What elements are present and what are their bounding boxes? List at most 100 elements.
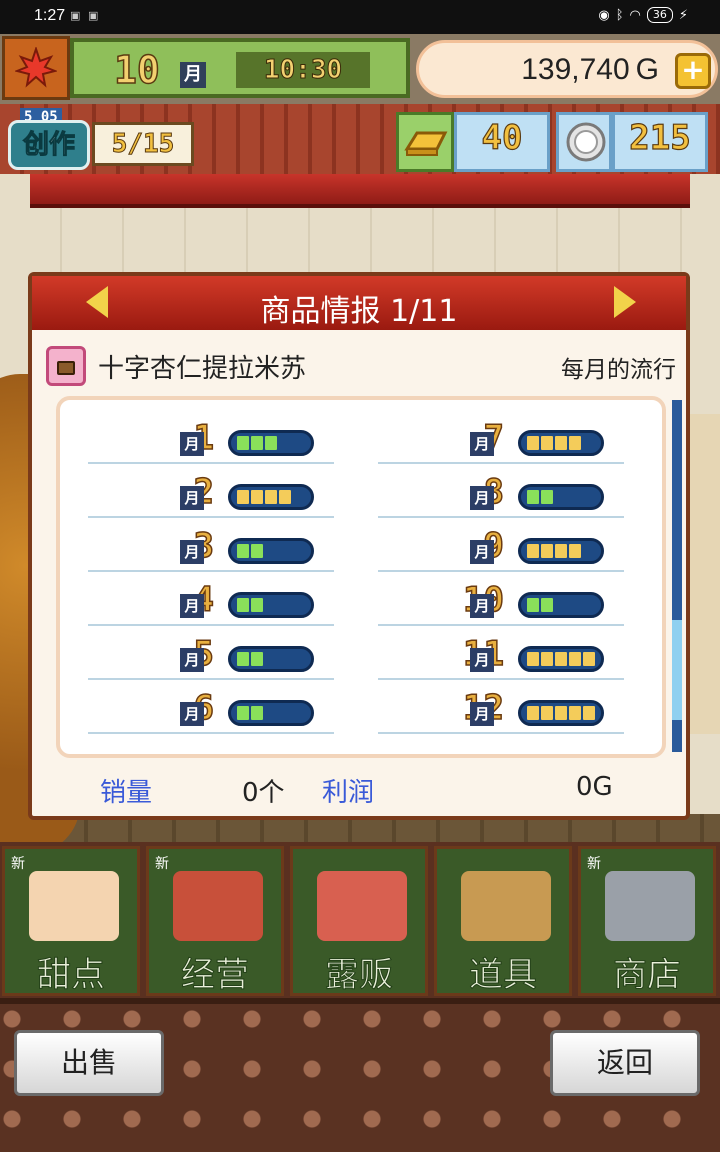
gauge-segment [251, 706, 263, 720]
month-unit: 月 [470, 486, 494, 510]
popularity-gauge [518, 592, 604, 618]
popularity-gauge [228, 430, 314, 456]
shop-icon [173, 871, 263, 941]
gauge-segment [251, 436, 263, 450]
medal-slot [556, 112, 612, 172]
items-icon [461, 871, 551, 941]
month-row: 7月 [378, 416, 624, 466]
month-unit: 月 [180, 594, 204, 618]
month-unit: 月 [180, 702, 204, 726]
new-badge: 新 [155, 856, 169, 872]
menu-label: 商店 [613, 955, 682, 996]
gauge-segment [527, 436, 539, 450]
gauge-segment [527, 652, 539, 666]
gauge-segment [541, 490, 553, 504]
gold-bar-icon [404, 131, 448, 156]
season-button[interactable] [2, 36, 70, 100]
product-icon [46, 346, 86, 386]
create-badge[interactable]: 5 05 创作 5/15 [8, 108, 194, 172]
panel-header: 商品情报 1/11 [32, 276, 686, 330]
create-label: 创作 [8, 120, 90, 170]
popularity-gauge [518, 538, 604, 564]
gauge-segment [569, 544, 581, 558]
eye-icon: ◉ [598, 7, 610, 23]
gauge-segment [541, 652, 553, 666]
gauge-segment [279, 544, 291, 558]
menu-button[interactable]: 新经营 [146, 846, 284, 996]
game-clock: 10:30 [236, 52, 370, 88]
gauge-segment [541, 544, 553, 558]
status-time: 1:27 [34, 7, 66, 24]
gauge-segment [293, 652, 305, 666]
gauge-segment [583, 436, 595, 450]
gauge-segment [555, 436, 567, 450]
product-name: 十字杏仁提拉米苏 [98, 354, 307, 384]
resource-bar: 40 215 [396, 112, 712, 172]
popularity-gauge [518, 430, 604, 456]
gauge-segment [555, 544, 567, 558]
gauge-segment [541, 706, 553, 720]
gauge-segment [555, 652, 567, 666]
sell-button[interactable]: 出售 [14, 1030, 164, 1096]
gauge-segment [555, 598, 567, 612]
battery-icon: 36 [646, 7, 673, 23]
month-number: 10 [113, 47, 160, 93]
gauge-segment [527, 544, 539, 558]
gauge-segment [569, 598, 581, 612]
month-unit: 月 [180, 432, 204, 456]
gauge-segment [265, 598, 277, 612]
cake-icon [29, 871, 119, 941]
add-gold-button[interactable]: + [675, 53, 711, 89]
next-arrow-icon[interactable] [614, 286, 636, 318]
new-badge: 新 [11, 856, 25, 872]
gauge-segment [541, 598, 553, 612]
back-button[interactable]: 返回 [550, 1030, 700, 1096]
gauge-segment [583, 490, 595, 504]
menu-button[interactable]: 露贩 [290, 846, 428, 996]
new-badge: 新 [587, 856, 601, 872]
popularity-gauge [228, 592, 314, 618]
month-unit: 月 [470, 540, 494, 564]
gold-display: 139,740 G + [416, 40, 718, 98]
month-row: 8月 [378, 470, 624, 520]
gauge-segment [265, 706, 277, 720]
notification-icon: ▣ [70, 9, 81, 22]
gold-amount: 139,740 G [521, 53, 659, 86]
product-info-panel: 商品情报 1/11 十字杏仁提拉米苏 每月的流行 1月2月3月4月5月6月 7月… [28, 272, 690, 820]
bottom-bar: 出售 返回 [0, 998, 720, 1152]
gauge-segment [279, 490, 291, 504]
create-count: 5/15 [92, 122, 194, 166]
month-unit: 月 [470, 432, 494, 456]
sales-value: 0个 [242, 778, 285, 808]
popularity-gauge [228, 484, 314, 510]
profit-value: 0G [576, 772, 613, 802]
month-row: 2月 [88, 470, 334, 520]
gold-bar-count: 40 [454, 112, 550, 172]
gauge-segment [237, 598, 249, 612]
food-truck-icon [317, 871, 407, 941]
menu-button[interactable]: 新甜点 [2, 846, 140, 996]
popularity-gauge [228, 700, 314, 726]
menu-button[interactable]: 道具 [434, 846, 572, 996]
month-unit: 月 [180, 648, 204, 672]
menu-button[interactable]: 新商店 [578, 846, 716, 996]
sales-label: 销量 [100, 778, 153, 808]
gold-bar-slot [396, 112, 454, 172]
item-row: 十字杏仁提拉米苏 每月的流行 [46, 342, 676, 386]
gauge-segment [279, 598, 291, 612]
gauge-segment [293, 598, 305, 612]
month-unit: 月 [180, 486, 204, 510]
gauge-segment [293, 544, 305, 558]
gauge-segment [237, 490, 249, 504]
gauge-segment [555, 490, 567, 504]
menu-label: 甜点 [37, 955, 106, 996]
popularity-gauge [228, 538, 314, 564]
gauge-segment [583, 598, 595, 612]
month-row: 6月 [88, 686, 334, 736]
gauge-segment [569, 490, 581, 504]
panel-title: 商品情报 1/11 [260, 294, 458, 329]
scrollbar[interactable] [672, 400, 682, 752]
gauge-segment [237, 544, 249, 558]
gauge-segment [583, 544, 595, 558]
gauge-segment [237, 652, 249, 666]
